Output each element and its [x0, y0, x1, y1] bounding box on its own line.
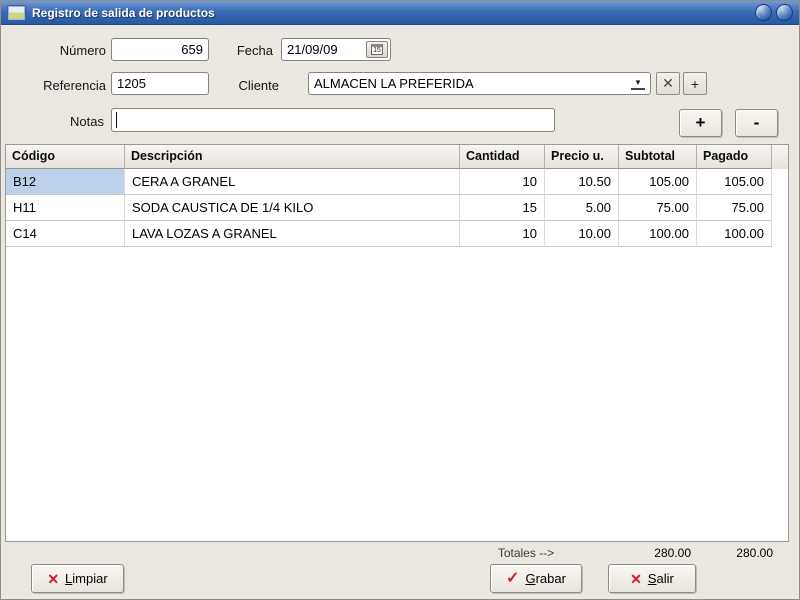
calendar-icon: 15 — [371, 44, 383, 55]
text-caret — [116, 112, 117, 128]
cell-descripcion[interactable]: CERA A GRANEL — [125, 169, 460, 195]
header-pagado[interactable]: Pagado — [697, 145, 772, 169]
red-check-icon: ✓ — [506, 569, 520, 587]
titlebar[interactable]: Registro de salida de productos — [1, 1, 799, 25]
remove-row-button[interactable]: - — [735, 109, 778, 137]
grabar-label: Grabar — [525, 571, 566, 586]
table-header-row: Código Descripción Cantidad Precio u. Su… — [6, 145, 788, 169]
cliente-label: Cliente — [238, 78, 279, 93]
clear-client-button[interactable]: ✕ — [656, 72, 680, 95]
plus-icon: + — [690, 75, 700, 92]
cell-codigo[interactable]: B12 — [6, 169, 125, 195]
cell-precio[interactable]: 5.00 — [545, 195, 619, 221]
red-x-icon: ✕ — [630, 570, 642, 587]
cell-precio[interactable]: 10.00 — [545, 221, 619, 247]
fecha-label: Fecha — [236, 43, 273, 58]
red-x-icon: ✕ — [47, 570, 60, 587]
fecha-input[interactable]: 21/09/09 15 — [281, 38, 391, 61]
window-title: Registro de salida de productos — [32, 5, 215, 20]
table-row[interactable]: H11 SODA CAUSTICA DE 1/4 KILO 15 5.00 75… — [6, 195, 788, 221]
fecha-value: 21/09/09 — [287, 42, 338, 57]
cell-cantidad[interactable]: 15 — [460, 195, 545, 221]
referencia-label: Referencia — [43, 78, 106, 93]
header-descripcion[interactable]: Descripción — [125, 145, 460, 169]
numero-label: Número — [59, 43, 106, 58]
cell-pagado[interactable]: 105.00 — [697, 169, 772, 195]
cliente-value: ALMACEN LA PREFERIDA — [314, 76, 474, 91]
cell-cantidad[interactable]: 10 — [460, 221, 545, 247]
header-cantidad[interactable]: Cantidad — [460, 145, 545, 169]
app-icon — [7, 4, 26, 21]
notas-label: Notas — [70, 114, 104, 129]
chevron-down-icon[interactable]: ▼ — [631, 76, 645, 90]
totals-subtotal: 280.00 — [654, 546, 691, 560]
cell-codigo[interactable]: H11 — [6, 195, 125, 221]
totals-pagado: 280.00 — [736, 546, 773, 560]
app-window: Registro de salida de productos Número F… — [0, 0, 800, 600]
cell-pagado[interactable]: 100.00 — [697, 221, 772, 247]
minus-icon: - — [753, 113, 760, 132]
header-filler — [772, 145, 788, 169]
cell-codigo[interactable]: C14 — [6, 221, 125, 247]
products-table: Código Descripción Cantidad Precio u. Su… — [5, 144, 789, 542]
cliente-combobox[interactable]: ALMACEN LA PREFERIDA ▼ — [308, 72, 651, 95]
table-row[interactable]: B12 CERA A GRANEL 10 10.50 105.00 105.00 — [6, 169, 788, 195]
totals-label: Totales --> — [497, 546, 555, 560]
cell-subtotal[interactable]: 100.00 — [619, 221, 697, 247]
notas-input[interactable] — [111, 108, 555, 132]
limpiar-button[interactable]: ✕ Limpiar — [31, 564, 124, 593]
maximize-button[interactable] — [755, 4, 772, 21]
header-precio[interactable]: Precio u. — [545, 145, 619, 169]
header-codigo[interactable]: Código — [6, 145, 125, 169]
grabar-button[interactable]: ✓ Grabar — [490, 564, 582, 593]
cell-descripcion[interactable]: LAVA LOZAS A GRANEL — [125, 221, 460, 247]
add-client-button[interactable]: + — [683, 72, 707, 95]
cell-precio[interactable]: 10.50 — [545, 169, 619, 195]
salir-label: Salir — [647, 571, 674, 586]
table-row[interactable]: C14 LAVA LOZAS A GRANEL 10 10.00 100.00 … — [6, 221, 788, 247]
header-subtotal[interactable]: Subtotal — [619, 145, 697, 169]
plus-icon: + — [695, 113, 706, 132]
cell-cantidad[interactable]: 10 — [460, 169, 545, 195]
clear-icon: ✕ — [662, 75, 674, 91]
calendar-button[interactable]: 15 — [366, 41, 388, 58]
cell-subtotal[interactable]: 75.00 — [619, 195, 697, 221]
salir-button[interactable]: ✕ Salir — [608, 564, 696, 593]
limpiar-label: Limpiar — [65, 571, 108, 586]
add-row-button[interactable]: + — [679, 109, 722, 137]
cell-pagado[interactable]: 75.00 — [697, 195, 772, 221]
close-button[interactable] — [776, 4, 793, 21]
cell-subtotal[interactable]: 105.00 — [619, 169, 697, 195]
cell-descripcion[interactable]: SODA CAUSTICA DE 1/4 KILO — [125, 195, 460, 221]
